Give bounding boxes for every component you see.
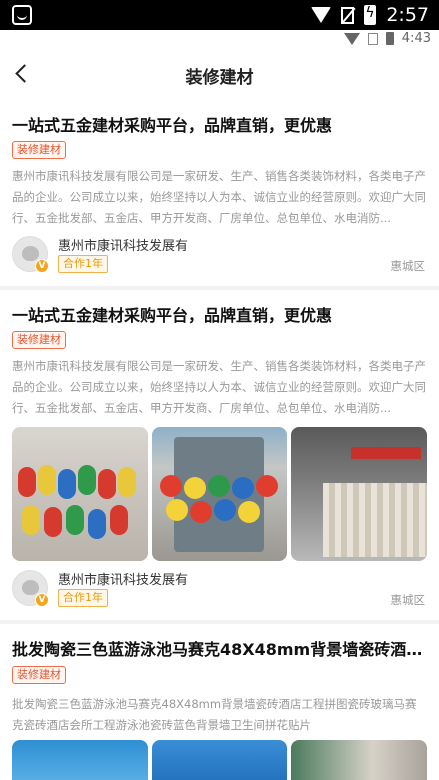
- cooperation-badge: 合作1年: [58, 255, 108, 273]
- company-name[interactable]: 惠州市康讯科技发展有: [58, 235, 188, 254]
- card-title: 一站式五金建材采购平台，品牌直销，更优惠: [12, 116, 333, 135]
- category-tag: 装修建材: [12, 666, 66, 684]
- card-title: 批发陶瓷三色蓝游泳池马赛克48X48mm背景墙瓷砖酒店...: [12, 640, 427, 659]
- image-gallery: [12, 740, 428, 780]
- app-notification-icon: [12, 5, 32, 25]
- category-tag: 装修建材: [12, 331, 66, 349]
- card-description: 惠州市康讯科技发展有限公司是一家研发、生产、销售各类装饰材料，各类电子产品的企业…: [12, 359, 426, 415]
- no-sim-icon: [367, 32, 378, 45]
- inner-status-bar: 4:43: [0, 30, 439, 48]
- product-image-pool[interactable]: [151, 740, 288, 780]
- product-image-truck-load[interactable]: [151, 427, 288, 561]
- listing-card[interactable]: 一站式五金建材采购平台，品牌直销，更优惠 装修建材 惠州市康讯科技发展有限公司是…: [0, 290, 439, 620]
- area-label: 惠城区: [390, 259, 426, 273]
- cooperation-badge: 合作1年: [58, 589, 108, 607]
- listing-card[interactable]: 批发陶瓷三色蓝游泳池马赛克48X48mm背景墙瓷砖酒店... 批发陶瓷三色蓝游泳…: [0, 624, 439, 780]
- card-description: 惠州市康讯科技发展有限公司是一家研发、生产、销售各类装饰材料，各类电子产品的企业…: [12, 169, 426, 225]
- product-image-store-front[interactable]: [291, 427, 428, 561]
- image-gallery: [12, 427, 428, 561]
- battery-icon: [385, 32, 394, 45]
- company-avatar: V: [12, 236, 49, 273]
- product-image-wire-spools[interactable]: [12, 427, 148, 561]
- no-sim-icon: [341, 6, 355, 24]
- status-time: 2:57: [386, 4, 429, 26]
- card-description: 批发陶瓷三色蓝游泳池马赛克48X48mm背景墙瓷砖酒店工程拼图瓷砖玻璃马赛克瓷砖…: [12, 697, 417, 732]
- page-title: 装修建材: [185, 68, 254, 88]
- battery-charging-icon: [364, 5, 377, 25]
- company-avatar: V: [12, 570, 49, 607]
- card-title: 一站式五金建材采购平台，品牌直销，更优惠: [12, 306, 333, 325]
- status-bar: 2:57: [0, 0, 439, 30]
- verified-badge-icon: V: [35, 593, 49, 607]
- product-image-pool[interactable]: [12, 740, 148, 780]
- wifi-icon: [311, 7, 332, 23]
- product-image-pool[interactable]: [291, 740, 428, 780]
- company-name[interactable]: 惠州市康讯科技发展有: [58, 569, 188, 588]
- inner-status-time: 4:43: [401, 31, 431, 46]
- nav-bar: 装修建材: [0, 48, 439, 100]
- verified-badge-icon: V: [35, 259, 49, 273]
- listing-card[interactable]: 一站式五金建材采购平台，品牌直销，更优惠 装修建材 惠州市康讯科技发展有限公司是…: [0, 100, 439, 286]
- wifi-icon: [343, 32, 360, 45]
- area-label: 惠城区: [390, 593, 426, 607]
- category-tag: 装修建材: [12, 141, 66, 159]
